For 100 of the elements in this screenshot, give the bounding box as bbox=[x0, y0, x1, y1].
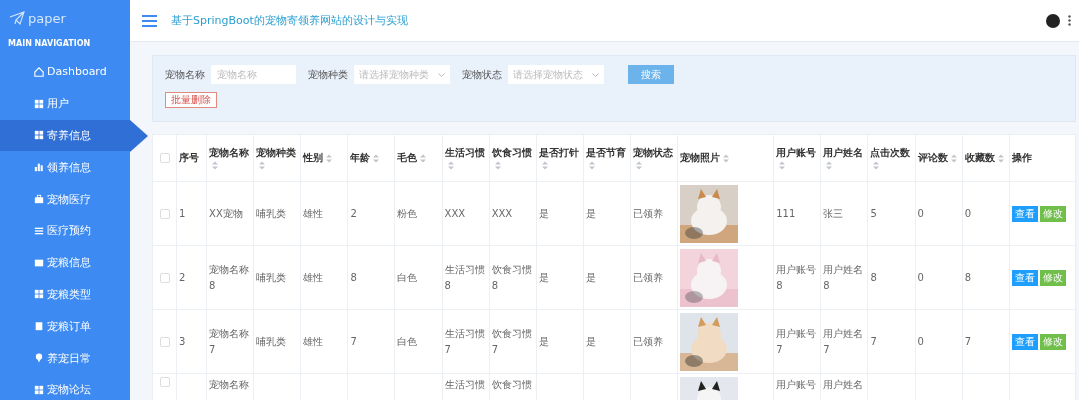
row-checkbox[interactable] bbox=[159, 377, 170, 387]
table-cell: 3 bbox=[179, 335, 186, 347]
table-cell: 是 bbox=[585, 271, 596, 283]
column-header: 宠物照片 bbox=[680, 151, 721, 165]
nav-item[interactable]: 领养信息 bbox=[0, 151, 130, 184]
table-cell: 饮食习惯8 bbox=[491, 263, 532, 291]
nav-item[interactable]: 宠物医疗 bbox=[0, 183, 130, 215]
sort-icon[interactable] bbox=[541, 161, 548, 170]
table-cell: 0 bbox=[917, 335, 924, 347]
table-cell: 粉色 bbox=[397, 207, 418, 219]
search-button[interactable]: 搜索 bbox=[628, 65, 674, 84]
select-all-checkbox[interactable] bbox=[159, 153, 170, 163]
column-header: 是否节育 bbox=[585, 146, 626, 160]
sort-icon[interactable] bbox=[635, 161, 642, 170]
table-cell: 5 bbox=[870, 207, 877, 219]
table-cell: 是 bbox=[585, 335, 596, 347]
sort-icon[interactable] bbox=[997, 153, 1004, 163]
column-header: 宠物名称 bbox=[209, 146, 250, 160]
sort-icon[interactable] bbox=[588, 161, 595, 170]
field-label: 宠物种类 bbox=[308, 67, 348, 82]
nav-item[interactable]: 宠粮订单 bbox=[0, 310, 130, 343]
sort-icon[interactable] bbox=[420, 153, 427, 163]
table-cell: 宠物名称 bbox=[209, 379, 250, 390]
row-checkbox[interactable] bbox=[159, 272, 170, 283]
table-cell: 白色 bbox=[397, 271, 418, 283]
table-cell: 饮食习惯 bbox=[491, 379, 532, 390]
nav-item[interactable]: 用户 bbox=[0, 87, 130, 120]
table-cell: 用户姓名 bbox=[823, 379, 864, 390]
sort-icon[interactable] bbox=[779, 161, 786, 170]
table-cell: 0 bbox=[917, 271, 924, 283]
table-cell: 用户账号7 bbox=[776, 327, 817, 355]
table-cell: 111 bbox=[776, 207, 796, 219]
field-label: 宠物状态 bbox=[462, 67, 502, 82]
nav-item[interactable]: 宠物论坛 bbox=[0, 373, 130, 400]
row-checkbox[interactable] bbox=[159, 336, 170, 347]
sort-icon[interactable] bbox=[494, 161, 501, 170]
select-field[interactable]: 请选择宠物种类 bbox=[354, 65, 450, 84]
edit-button[interactable]: 修改 bbox=[1039, 205, 1066, 222]
sort-icon[interactable] bbox=[826, 161, 833, 170]
menu-icon[interactable] bbox=[142, 14, 157, 27]
table-cell: 张三 bbox=[823, 207, 844, 219]
nav-item[interactable]: Dashboard bbox=[0, 56, 130, 88]
table-cell: 7 bbox=[870, 335, 877, 347]
briefcase-icon bbox=[34, 194, 44, 205]
input-field[interactable]: 宠物名称 bbox=[211, 65, 296, 84]
bar-chart-icon bbox=[34, 162, 44, 173]
sort-icon[interactable] bbox=[373, 153, 380, 163]
table-cell: 生活习惯 bbox=[444, 379, 485, 390]
column-header: 点击次数 bbox=[870, 146, 911, 160]
paper-plane-icon bbox=[9, 11, 25, 25]
page-title: 基于SpringBoot的宠物寄领养网站的设计与实现 bbox=[171, 13, 409, 28]
table-cell: 白色 bbox=[397, 335, 418, 347]
table-cell: 已领养 bbox=[632, 207, 663, 219]
table-cell: XX宠物 bbox=[209, 207, 243, 219]
table-cell: 饮食习惯7 bbox=[491, 327, 532, 355]
table-cell: 2 bbox=[350, 207, 357, 219]
nav-item[interactable]: 宠粮类型 bbox=[0, 278, 130, 311]
table-cell: 8 bbox=[350, 271, 357, 283]
table-cell: 7 bbox=[964, 335, 971, 347]
table-cell: 雄性 bbox=[303, 335, 324, 347]
column-header: 序号 bbox=[179, 151, 200, 165]
table-cell: 宠物名称7 bbox=[209, 327, 250, 355]
table-cell: 2 bbox=[179, 271, 186, 283]
edit-button[interactable]: 修改 bbox=[1039, 333, 1066, 350]
table-cell: XXX bbox=[491, 207, 513, 219]
table-cell: 生活习惯8 bbox=[444, 263, 485, 291]
sort-icon[interactable] bbox=[447, 161, 454, 170]
pin-icon bbox=[34, 353, 44, 364]
table-cell: 是 bbox=[585, 207, 596, 219]
more-icon[interactable] bbox=[1068, 15, 1071, 26]
column-header: 性别 bbox=[303, 151, 324, 165]
nav-item[interactable]: 寄养信息 bbox=[0, 119, 130, 152]
column-header: 收藏数 bbox=[964, 151, 995, 165]
sort-icon[interactable] bbox=[723, 153, 730, 163]
view-button[interactable]: 查看 bbox=[1011, 333, 1038, 350]
column-header: 用户账号 bbox=[776, 146, 817, 160]
sort-icon[interactable] bbox=[873, 161, 880, 170]
grid-icon bbox=[34, 130, 44, 141]
view-button[interactable]: 查看 bbox=[1011, 205, 1038, 222]
sort-icon[interactable] bbox=[212, 161, 219, 170]
logo-text: paper bbox=[28, 10, 66, 26]
table-cell: 哺乳类 bbox=[256, 207, 287, 219]
select-field[interactable]: 请选择宠物状态 bbox=[508, 65, 604, 84]
edit-button[interactable]: 修改 bbox=[1039, 269, 1066, 286]
batch-delete-button[interactable]: 批量删除 bbox=[165, 92, 217, 108]
sort-icon[interactable] bbox=[950, 153, 957, 163]
sort-icon[interactable] bbox=[259, 161, 266, 170]
nav-item[interactable]: 宠粮信息 bbox=[0, 246, 130, 279]
table-cell: XXX bbox=[444, 207, 466, 219]
chevron-icon bbox=[592, 72, 599, 77]
table-cell: 雄性 bbox=[303, 271, 324, 283]
nav-item[interactable]: 养宠日常 bbox=[0, 342, 130, 374]
column-header: 用户姓名 bbox=[823, 146, 864, 160]
table-cell: 1 bbox=[179, 207, 186, 219]
table-cell: 0 bbox=[964, 207, 971, 219]
view-button[interactable]: 查看 bbox=[1011, 269, 1038, 286]
nav-item[interactable]: 医疗预约 bbox=[0, 215, 130, 247]
avatar[interactable] bbox=[1046, 13, 1060, 28]
row-checkbox[interactable] bbox=[159, 208, 170, 219]
sort-icon[interactable] bbox=[326, 153, 333, 163]
